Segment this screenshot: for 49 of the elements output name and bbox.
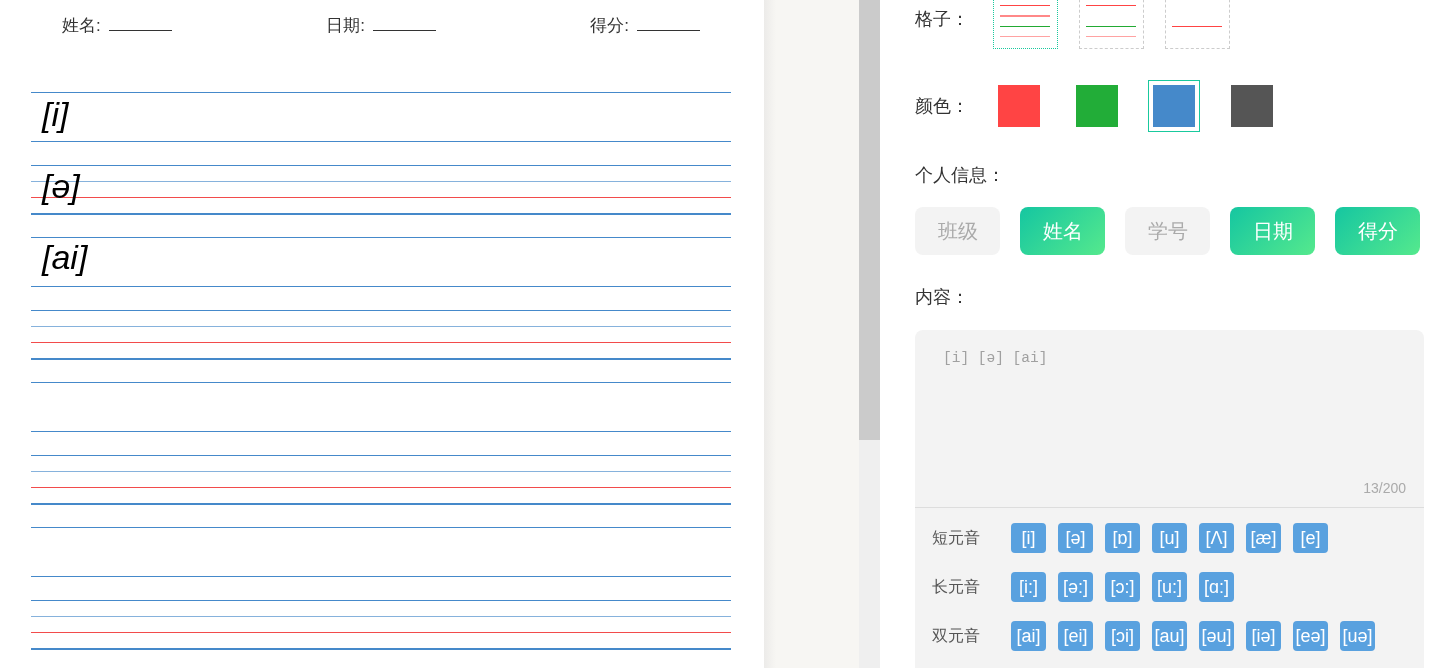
phonetic-key-button[interactable]: [ɔi] (1105, 621, 1140, 651)
char-counter: 13/200 (1363, 480, 1406, 496)
info-toggle-button[interactable]: 班级 (915, 207, 1000, 255)
phonetic-key-button[interactable]: [ei] (1058, 621, 1093, 651)
group-label: 长元音 (932, 576, 981, 597)
section-label: 颜色： (915, 95, 970, 118)
four-lines-icon (1000, 4, 1050, 37)
field-label: 得分: (590, 14, 629, 37)
scrollbar-thumb[interactable] (859, 0, 880, 440)
phoneme-text: [ai] (42, 238, 88, 278)
fill-in-line[interactable] (637, 29, 700, 31)
scrollbar-track[interactable] (859, 0, 880, 668)
phonetic-key-button[interactable]: [i:] (1011, 572, 1046, 602)
phonetic-key-button[interactable]: [ai] (1011, 621, 1046, 651)
phonetic-key-button[interactable]: [u:] (1152, 572, 1187, 602)
phonetic-key-button[interactable]: [uə] (1340, 621, 1375, 651)
phonetic-key-button[interactable]: [əu] (1199, 621, 1234, 651)
info-toggle-button[interactable]: 日期 (1230, 207, 1315, 255)
single-line-icon (1172, 25, 1222, 27)
phonetic-key-button[interactable]: [æ] (1246, 523, 1281, 553)
phonetic-key-button[interactable]: [u] (1152, 523, 1187, 553)
section-label: 格子： (915, 8, 970, 31)
phonetic-key-button[interactable]: [ə:] (1058, 572, 1093, 602)
info-toggle-button[interactable]: 得分 (1335, 207, 1420, 255)
field-label: 日期: (326, 14, 365, 37)
fill-in-line[interactable] (372, 29, 436, 31)
field-label: 姓名: (62, 14, 101, 37)
fill-in-line[interactable] (108, 29, 172, 31)
phonetic-key-button[interactable]: [iə] (1246, 621, 1281, 651)
section-label: 个人信息： (915, 164, 1005, 187)
group-label: 短元音 (932, 527, 981, 548)
phonetic-key-button[interactable]: [ə] (1058, 523, 1093, 553)
three-lines-icon (1086, 4, 1136, 37)
phonetic-key-button[interactable]: [ɔ:] (1105, 572, 1140, 602)
section-label: 内容： (915, 286, 969, 309)
phonetic-key-button[interactable]: [ɒ] (1105, 523, 1140, 553)
phonetic-key-button[interactable]: [i] (1011, 523, 1046, 553)
info-toggle-button[interactable]: 姓名 (1020, 207, 1105, 255)
phonetic-key-button[interactable]: [e] (1293, 523, 1328, 553)
info-toggle-button[interactable]: 学号 (1125, 207, 1210, 255)
grid-style-option[interactable] (993, 0, 1058, 49)
grid-style-option[interactable] (1079, 0, 1144, 49)
phoneme-text: [i] (42, 95, 69, 135)
phonetic-key-button[interactable]: [eə] (1293, 621, 1328, 651)
group-label: 双元音 (932, 625, 981, 646)
phonetic-key-button[interactable]: [Λ] (1199, 523, 1234, 553)
phonetic-key-button[interactable]: [au] (1152, 621, 1187, 651)
phonetic-key-button[interactable]: [ɑ:] (1199, 572, 1234, 602)
phoneme-text: [ə] (42, 166, 80, 206)
